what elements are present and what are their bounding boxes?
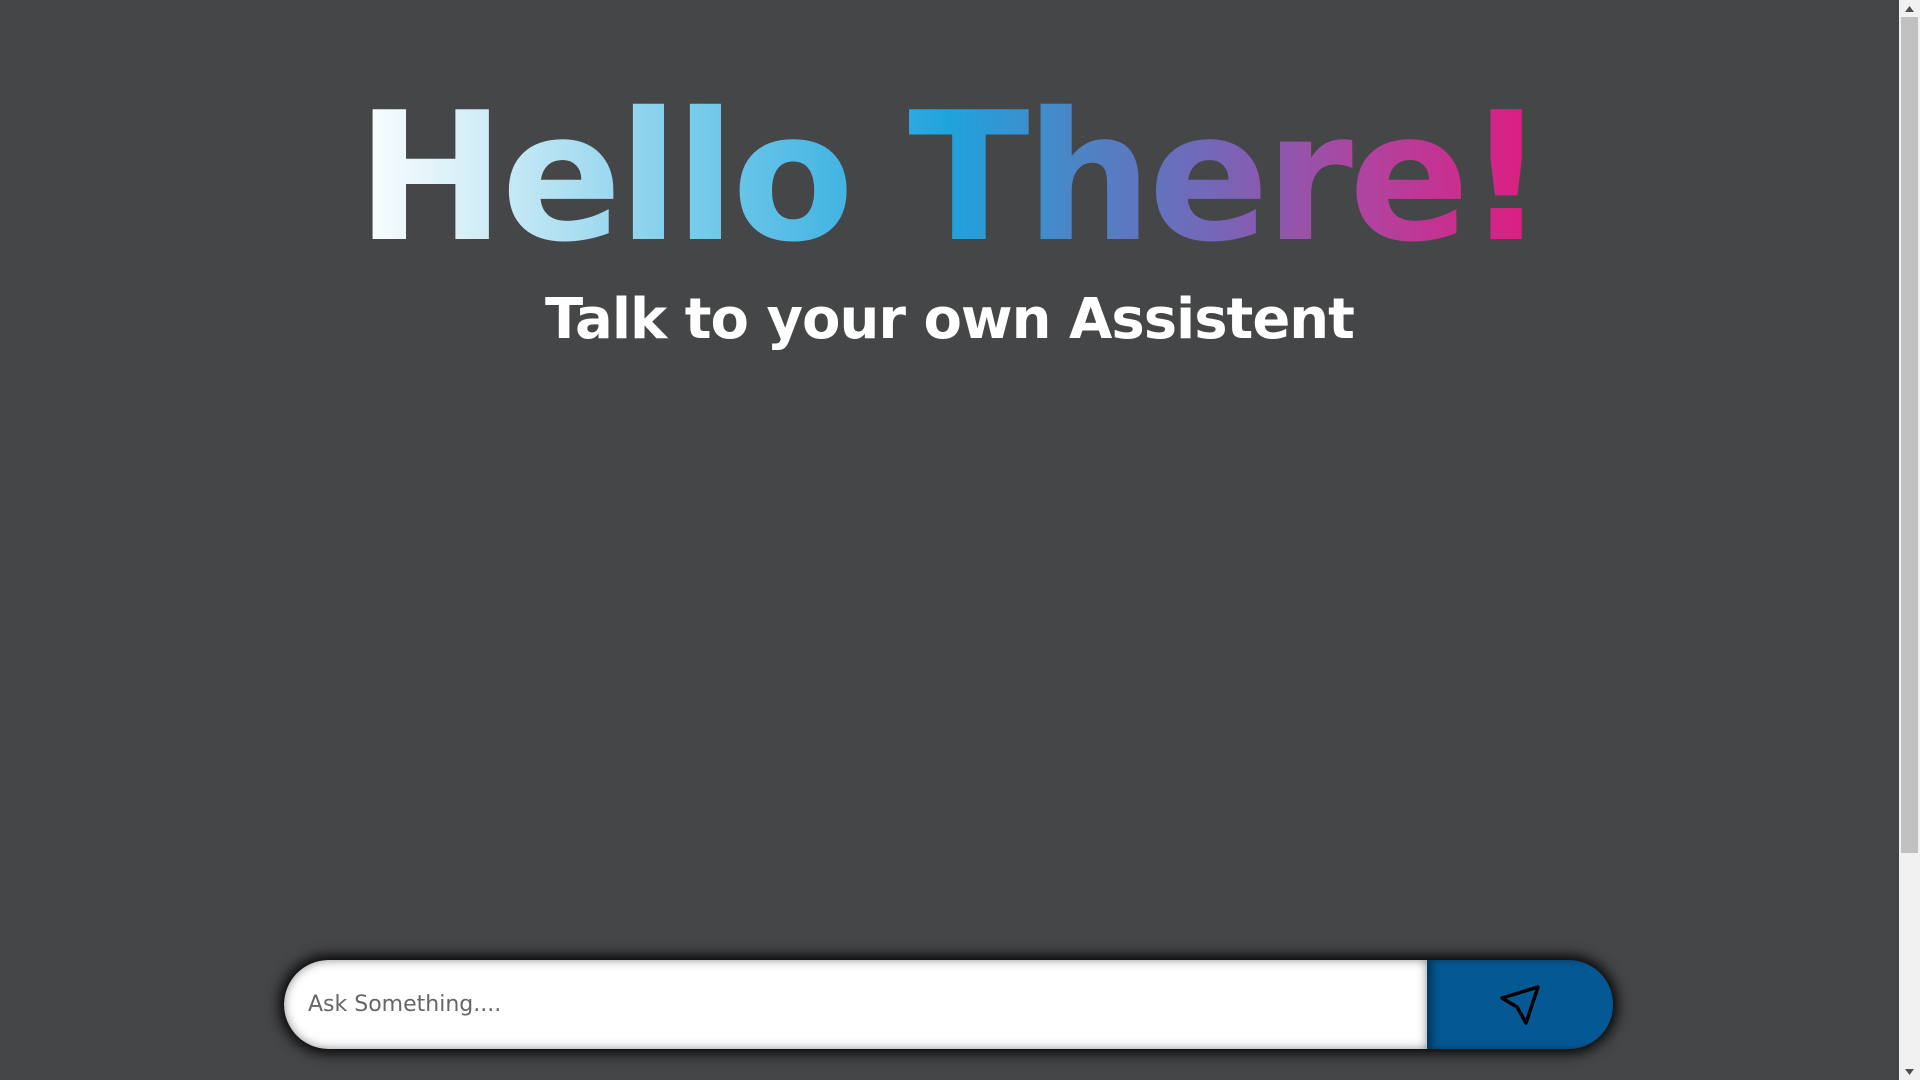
chat-input[interactable] <box>284 960 1427 1049</box>
hero-title-text: Hello There! <box>350 74 1549 281</box>
page: Hello There! Talk to your own Assistent <box>0 0 1920 1080</box>
scroll-down-arrow-icon[interactable] <box>1899 1063 1920 1080</box>
chat-input-bar <box>284 960 1613 1049</box>
send-button[interactable] <box>1427 960 1613 1049</box>
vertical-scrollbar[interactable] <box>1899 0 1920 1080</box>
hero-subtitle: Talk to your own Assistent <box>545 287 1355 352</box>
scroll-up-arrow-icon[interactable] <box>1899 0 1920 17</box>
scrollbar-thumb[interactable] <box>1901 17 1918 853</box>
main-content: Hello There! Talk to your own Assistent <box>0 0 1899 1080</box>
hero-title: Hello There! <box>0 78 1899 278</box>
send-arrow-icon <box>1500 984 1540 1025</box>
